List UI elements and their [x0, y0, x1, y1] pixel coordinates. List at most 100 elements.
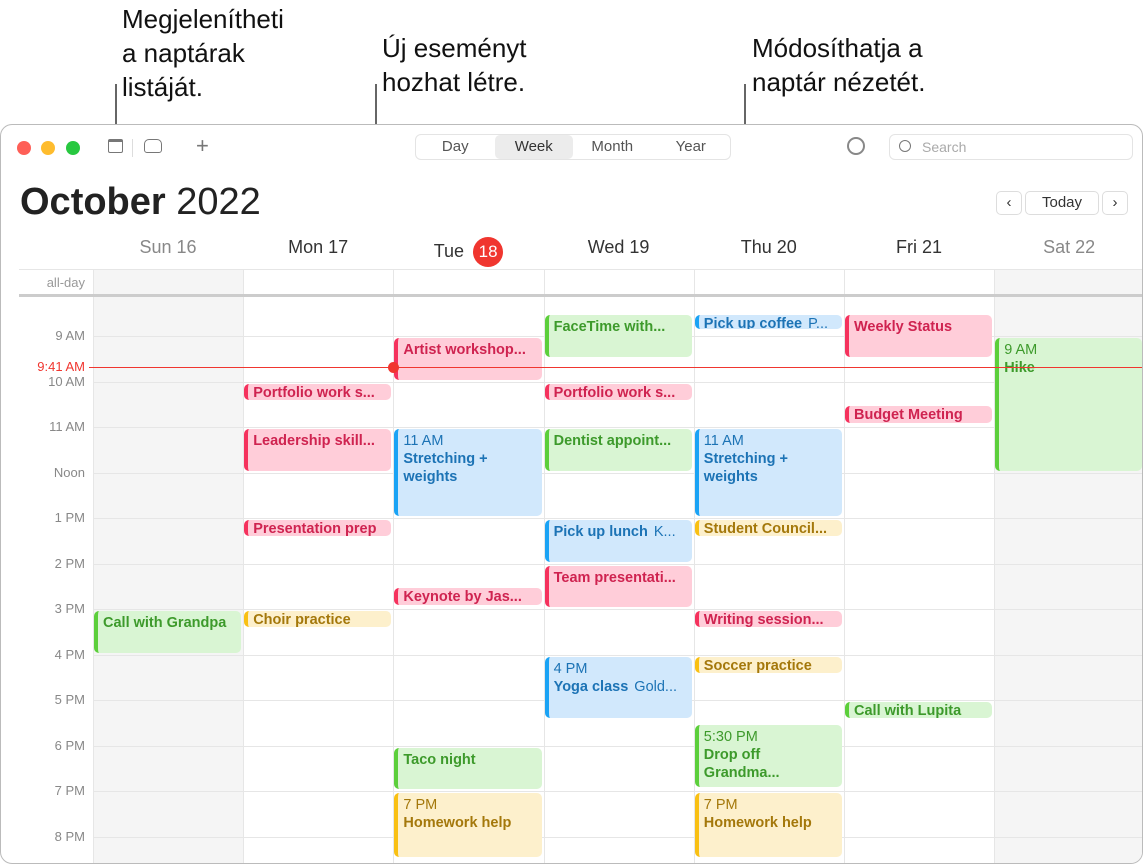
event-title: Dentist appoint... [553, 433, 672, 449]
calendar-event[interactable]: 5:30 PM Drop off Grandma... [694, 724, 842, 787]
event-time: 4 PM [553, 660, 588, 677]
event-title: Weekly Status [854, 319, 953, 336]
hour-line [93, 381, 1142, 383]
hour-label: 2 PM [54, 555, 85, 571]
calendar-event[interactable]: 4 PM Yoga class Gold... [544, 656, 692, 719]
event-title: Keynote by Jas... [403, 589, 522, 605]
toolbar-divider [132, 139, 133, 157]
hour-line [93, 563, 1142, 565]
page-title: October 2022 [20, 181, 261, 223]
calendar-event[interactable]: 11 AM Stretching + weights [394, 429, 542, 516]
tab-month[interactable]: Month [573, 135, 652, 159]
calendar-event[interactable]: Team presentati... [544, 565, 692, 607]
hour-line [93, 472, 1142, 474]
calendar-event[interactable]: Portfolio work s... [244, 383, 392, 400]
hour-label: 7 PM [54, 783, 85, 798]
event-title: Call with Lupita [854, 703, 962, 719]
calendar-event[interactable]: 7 PM Homework help [394, 793, 542, 858]
search-input[interactable]: Search [889, 134, 1133, 160]
event-title: Yoga class [553, 678, 629, 695]
calendar-event[interactable]: Leadership skill... [244, 429, 392, 471]
inbox-icon[interactable] [144, 139, 162, 153]
all-day-divider [19, 294, 1142, 297]
event-title: Budget Meeting [854, 407, 963, 423]
hour-label: 3 PM [54, 601, 85, 616]
calendar-event[interactable]: Weekly Status [845, 315, 993, 357]
day-label: Sun 16 [139, 237, 197, 257]
hour-label: 10 AM [48, 373, 85, 389]
next-button[interactable]: › [1102, 191, 1128, 215]
calendar-event[interactable]: Dentist appoint... [544, 429, 692, 471]
hour-line [93, 836, 1142, 838]
current-time-label: 9:41 AM [37, 359, 85, 375]
event-title: Presentation prep [253, 521, 377, 537]
calendar-event[interactable]: Taco night [394, 747, 542, 789]
day-header[interactable]: Fri 21 [844, 237, 994, 258]
today-button[interactable]: Today [1025, 191, 1099, 215]
calendar-event[interactable]: 11 AM Stretching + weights [694, 429, 842, 516]
calendar-event[interactable]: Budget Meeting [845, 406, 993, 423]
day-header[interactable]: Sun 16 [93, 237, 243, 258]
close-button[interactable] [17, 141, 31, 155]
event-title: Soccer practice [703, 657, 812, 673]
callout-calendar-list: Megjelenítheti a naptárak listáját. [122, 4, 284, 102]
day-header[interactable]: Tue 18 [393, 237, 543, 267]
tab-year[interactable]: Year [652, 135, 731, 159]
day-label: Sat 22 [1043, 237, 1096, 257]
calendar-event[interactable]: Soccer practice [694, 656, 842, 673]
calendar-list-icon[interactable] [108, 139, 123, 153]
event-location: K... [653, 524, 676, 540]
column-divider [543, 269, 545, 863]
day-label: Wed 19 [587, 237, 650, 257]
day-label: Fri 21 [895, 237, 942, 257]
calendar-event[interactable]: Portfolio work s... [544, 383, 692, 400]
plus-icon[interactable]: + [196, 133, 209, 159]
hour-label: 4 PM [54, 646, 85, 662]
calendar-event[interactable]: Presentation prep [244, 520, 392, 537]
hour-line [93, 609, 1142, 610]
calendar-event[interactable]: Call with Lupita [845, 702, 993, 719]
view-switcher: Day Week Month Year [415, 134, 731, 160]
current-time-line [89, 367, 1142, 369]
calendar-event[interactable]: Call with Grandpa [94, 611, 242, 653]
event-time: 11 AM [703, 433, 744, 449]
calendar-event[interactable]: FaceTime with... [544, 315, 692, 357]
event-title: FaceTime with... [553, 319, 666, 336]
calendar-event[interactable]: Pick up coffee P... [694, 315, 842, 330]
airdrop-icon[interactable] [847, 137, 865, 155]
event-time: 7 PM [403, 797, 438, 813]
day-header[interactable]: Mon 17 [243, 237, 393, 258]
calendar-event[interactable]: 9 AM Hike [995, 338, 1142, 471]
calendar-event[interactable]: Student Council... [694, 520, 842, 537]
hour-label: 9 AM [55, 328, 85, 343]
calendar-event[interactable]: Keynote by Jas... [394, 588, 542, 605]
hour-line [93, 427, 1142, 428]
event-title: Homework help [703, 815, 812, 831]
hour-label: 1 PM [54, 510, 85, 525]
tab-day[interactable]: Day [416, 135, 495, 159]
event-title: Writing session... [703, 612, 824, 628]
day-header[interactable]: Wed 19 [544, 237, 694, 258]
minimize-button[interactable] [41, 141, 55, 155]
event-time: 5:30 PM [703, 728, 758, 745]
all-day-label: all-day [46, 275, 85, 290]
tab-week[interactable]: Week [494, 135, 573, 159]
hour-line [93, 654, 1142, 656]
calendar-event[interactable]: 7 PM Homework help [694, 793, 842, 858]
calendar-event[interactable]: Writing session... [694, 611, 842, 628]
previous-button[interactable]: ‹ [996, 191, 1022, 215]
event-time: 7 PM [703, 797, 738, 813]
hour-label: 6 PM [54, 737, 85, 753]
zoom-button[interactable] [66, 141, 80, 155]
day-header[interactable]: Thu 20 [694, 237, 844, 258]
day-label: Thu 20 [740, 237, 797, 257]
hour-label: Noon [53, 464, 85, 480]
callout-view: Módosíthatja a naptár nézetét. [752, 33, 926, 97]
column-divider [93, 269, 94, 863]
calendar-event[interactable]: Pick up lunch K... [544, 520, 692, 562]
event-title: Leadership skill... [253, 433, 375, 449]
day-header[interactable]: Sat 22 [994, 237, 1142, 258]
calendar-event[interactable]: Artist workshop... [394, 338, 542, 380]
calendar-event[interactable]: Choir practice [244, 611, 392, 628]
event-title: Pick up coffee [703, 316, 803, 330]
